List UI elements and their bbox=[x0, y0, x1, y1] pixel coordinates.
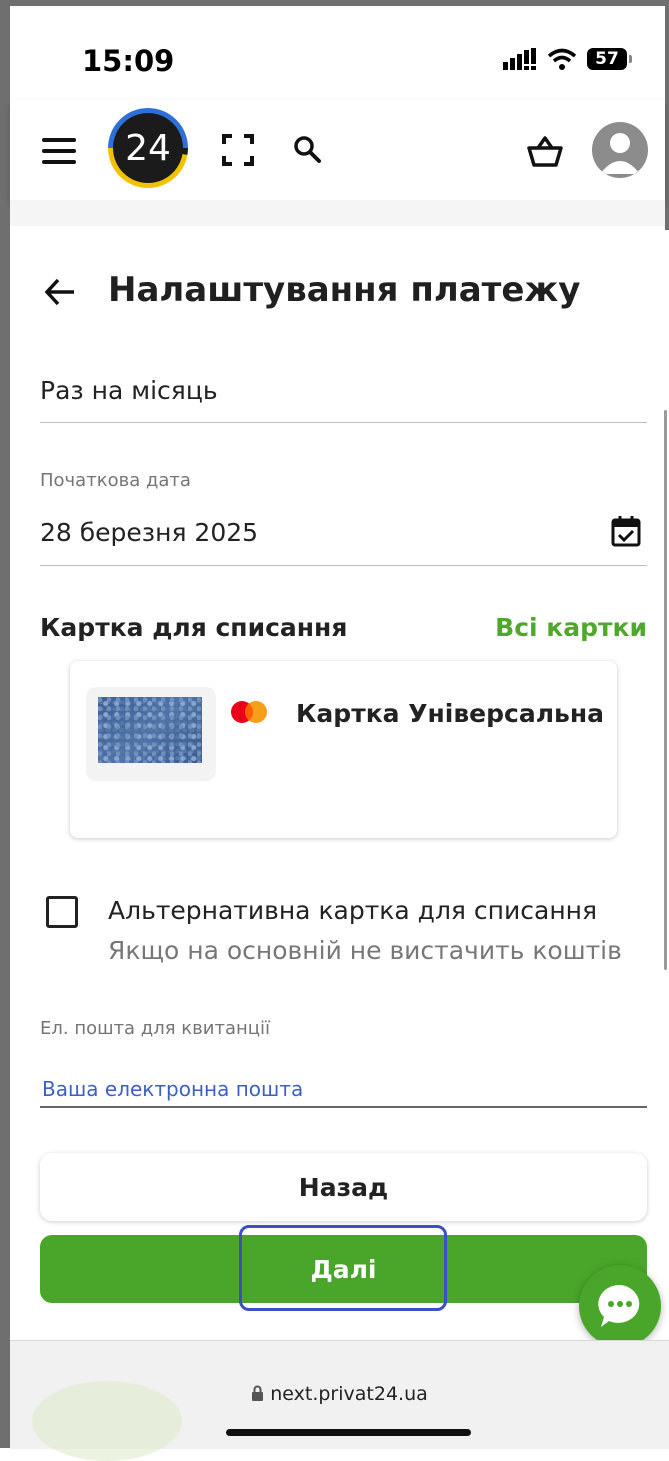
frame-right bbox=[665, 0, 669, 230]
basket-icon[interactable] bbox=[526, 134, 564, 168]
back-arrow-icon[interactable] bbox=[44, 278, 76, 306]
page-title: Налаштування платежу bbox=[108, 270, 581, 310]
card-name: Картка Універсальна bbox=[296, 699, 604, 728]
all-cards-link[interactable]: Всі картки bbox=[495, 613, 647, 642]
status-bar: 15:09 57 bbox=[10, 6, 665, 100]
app-header: 24 bbox=[10, 100, 665, 200]
alternative-card-title[interactable]: Альтернативна картка для списання bbox=[108, 896, 597, 925]
cellular-signal-icon bbox=[503, 48, 536, 70]
status-time: 15:09 bbox=[82, 44, 175, 78]
start-date-label: Початкова дата bbox=[40, 470, 191, 491]
frame-left bbox=[0, 0, 10, 1448]
start-date-field[interactable]: 28 березня 2025 bbox=[40, 518, 258, 547]
card-section-title: Картка для списання bbox=[40, 613, 348, 642]
alternative-card-subtitle: Якщо на основній не вистачить коштів bbox=[108, 936, 622, 965]
mastercard-icon bbox=[231, 701, 267, 723]
chat-bubble-icon bbox=[598, 1284, 640, 1327]
scrollbar[interactable] bbox=[664, 410, 667, 970]
lock-icon bbox=[252, 1385, 264, 1401]
logo-text: 24 bbox=[113, 113, 183, 183]
user-icon bbox=[600, 133, 640, 174]
avatar[interactable] bbox=[592, 122, 648, 178]
privat24-logo[interactable]: 24 bbox=[108, 108, 188, 188]
url-text: next.privat24.ua bbox=[270, 1383, 428, 1405]
chat-button[interactable] bbox=[579, 1265, 661, 1347]
wifi-icon bbox=[547, 48, 577, 70]
menu-icon[interactable] bbox=[42, 138, 76, 164]
status-icons: 57 bbox=[503, 48, 632, 70]
search-icon[interactable] bbox=[292, 134, 322, 164]
selected-card[interactable]: Картка Універсальна bbox=[70, 661, 617, 838]
url-container[interactable]: next.privat24.ua bbox=[10, 1383, 669, 1405]
back-button[interactable]: Назад bbox=[40, 1153, 647, 1221]
next-button[interactable]: Далі bbox=[40, 1235, 647, 1303]
frequency-select[interactable]: Раз на місяць bbox=[40, 376, 218, 405]
header-gap bbox=[10, 200, 665, 226]
email-label: Ел. пошта для квитанції bbox=[40, 1018, 271, 1039]
battery-icon: 57 bbox=[587, 48, 632, 70]
card-thumbnail bbox=[98, 697, 202, 763]
qr-scan-icon[interactable] bbox=[222, 134, 254, 166]
alternative-card-checkbox[interactable] bbox=[46, 896, 78, 928]
browser-address-bar: next.privat24.ua bbox=[10, 1340, 669, 1461]
email-input[interactable] bbox=[40, 1072, 647, 1108]
start-date-underline bbox=[40, 565, 647, 566]
calendar-icon[interactable] bbox=[610, 514, 642, 548]
frequency-underline bbox=[40, 422, 647, 423]
home-indicator[interactable] bbox=[226, 1429, 471, 1436]
